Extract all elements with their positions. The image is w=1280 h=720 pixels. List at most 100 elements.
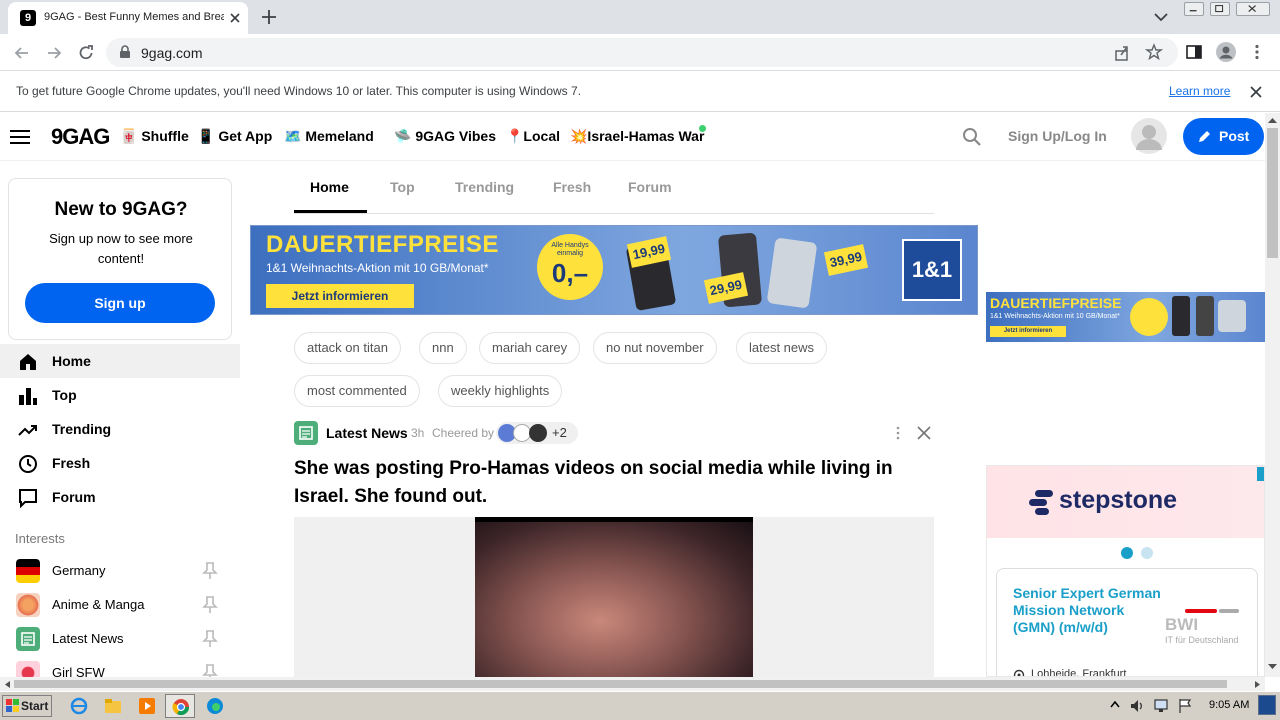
file-explorer-icon[interactable] [104, 697, 122, 715]
new-tab-icon[interactable] [260, 8, 278, 26]
tag-chip[interactable]: attack on titan [294, 332, 401, 364]
tag-chip[interactable]: most commented [294, 375, 420, 407]
more-options-icon[interactable] [890, 425, 906, 441]
tag-chip[interactable]: weekly highlights [438, 375, 563, 407]
volume-icon[interactable] [1129, 698, 1145, 714]
maximize-button[interactable] [1210, 2, 1230, 16]
pin-icon[interactable] [202, 562, 218, 580]
network-icon[interactable] [1153, 698, 1169, 714]
horizontal-scroll-thumb[interactable] [14, 680, 1227, 688]
phone-image [766, 237, 818, 309]
side-ad-button[interactable]: Jetzt informieren [990, 326, 1066, 337]
nav-memeland[interactable]: 🗺️ Memeland [284, 128, 374, 145]
tab-home[interactable]: Home [310, 179, 349, 195]
minimize-button[interactable] [1184, 2, 1204, 16]
tab-title: 9GAG - Best Funny Memes and Breaking New… [44, 11, 224, 23]
interest-girl-sfw[interactable]: Girl SFW [0, 656, 240, 677]
post-video[interactable] [475, 517, 753, 677]
side-ad-banner[interactable]: DAUERTIEFPREISE 1&1 Weihnachts-Aktion mi… [986, 292, 1265, 342]
back-icon[interactable] [12, 43, 32, 63]
job-card[interactable]: Senior Expert German Mission Network (GM… [996, 568, 1258, 676]
avatar[interactable] [1131, 118, 1167, 154]
hide-post-icon[interactable] [916, 425, 932, 441]
forward-icon[interactable] [44, 43, 64, 63]
show-desktop-button[interactable] [1258, 695, 1276, 715]
close-tab-icon[interactable] [227, 10, 243, 26]
pin-icon[interactable] [202, 596, 218, 614]
stepstone-ad[interactable]: stepstone Senior Expert German Mission N… [986, 465, 1265, 677]
phone-image [1218, 300, 1246, 332]
edge-icon[interactable] [206, 697, 224, 715]
infobar-close-icon[interactable] [1248, 84, 1264, 100]
reload-icon[interactable] [76, 43, 96, 63]
sidebar-item-home[interactable]: Home [0, 344, 240, 378]
address-bar[interactable] [106, 38, 1178, 67]
signup-button[interactable]: Sign up [25, 283, 215, 323]
start-button[interactable]: Start [2, 695, 52, 717]
sidebar-item-trending[interactable]: Trending [0, 412, 240, 446]
nav-get-app[interactable]: 📱 Get App [197, 128, 272, 145]
sidebar-item-forum[interactable]: Forum [0, 480, 240, 514]
interest-germany[interactable]: Germany [0, 554, 240, 588]
bookmark-star-icon[interactable] [1145, 43, 1163, 61]
nav-shuffle[interactable]: 🀄 Shuffle [120, 128, 189, 145]
hamburger-menu-icon[interactable] [10, 129, 30, 145]
sidebar-item-top[interactable]: Top [0, 378, 240, 412]
ad-cta-button[interactable]: Jetzt informieren [266, 284, 414, 308]
cheer-avatars[interactable]: +2 [496, 422, 578, 444]
scroll-down-arrow-icon[interactable] [1267, 663, 1278, 671]
tag-chip[interactable]: mariah carey [479, 332, 581, 364]
tab-top[interactable]: Top [390, 179, 415, 195]
adchoices-icon[interactable] [1257, 467, 1264, 481]
site-logo[interactable]: 9GAG [51, 124, 110, 150]
taskbar-chrome-button[interactable] [165, 694, 195, 718]
more-menu-icon[interactable] [1248, 43, 1266, 61]
tag-chip[interactable]: latest news [736, 332, 828, 364]
post-button[interactable]: Post [1183, 118, 1264, 155]
media-player-icon[interactable] [138, 697, 156, 715]
search-icon[interactable] [962, 127, 982, 147]
tag-chip[interactable]: no nut november [593, 332, 717, 364]
interest-anime-manga[interactable]: Anime & Manga [0, 588, 240, 622]
job-title[interactable]: Senior Expert German Mission Network (GM… [1013, 585, 1163, 636]
post-title[interactable]: She was posting Pro-Hamas videos on soci… [294, 455, 934, 511]
profile-icon[interactable] [1215, 41, 1237, 63]
vertical-scroll-thumb[interactable] [1267, 128, 1278, 258]
stepstone-logo-icon [1029, 490, 1053, 515]
scroll-left-arrow-icon[interactable] [3, 680, 11, 689]
ad-badge-price: 0,– [551, 258, 589, 288]
url-text[interactable]: 9gag.com [141, 45, 202, 61]
internet-explorer-icon[interactable] [70, 697, 88, 715]
close-window-button[interactable] [1236, 2, 1270, 16]
tag-chip[interactable]: nnn [419, 332, 467, 364]
post-category[interactable]: Latest News [326, 425, 408, 441]
side-panel-icon[interactable] [1185, 43, 1203, 61]
lock-icon[interactable] [118, 45, 132, 59]
tab-trending[interactable]: Trending [455, 179, 514, 195]
share-icon[interactable] [1113, 44, 1131, 62]
tab-search-icon[interactable] [1152, 9, 1170, 25]
nav-local[interactable]: 📍Local [506, 128, 560, 145]
signup-login-link[interactable]: Sign Up/Log In [1008, 128, 1107, 144]
scroll-up-arrow-icon[interactable] [1267, 116, 1278, 124]
tab-fresh[interactable]: Fresh [553, 179, 591, 195]
tray-expand-icon[interactable] [1110, 700, 1120, 710]
browser-tab[interactable]: 9 9GAG - Best Funny Memes and Breaking N… [8, 2, 248, 34]
carousel-dot[interactable] [1141, 547, 1153, 559]
tab-forum[interactable]: Forum [628, 179, 672, 195]
action-center-flag-icon[interactable] [1177, 698, 1193, 714]
ad-headline: DAUERTIEFPREISE [266, 231, 499, 258]
nav-9gag-vibes[interactable]: 🛸 9GAG Vibes [394, 128, 496, 145]
scroll-right-arrow-icon[interactable] [1254, 680, 1262, 689]
sidebar-item-fresh[interactable]: Fresh [0, 446, 240, 480]
side-ad-subtext: 1&1 Weihnachts-Aktion mit 10 GB/Monat* [990, 313, 1120, 320]
favicon-icon: 9 [20, 10, 36, 26]
nav-israel-hamas-war[interactable]: 💥Israel-Hamas War [570, 128, 704, 145]
news-category-icon[interactable] [294, 421, 318, 445]
pin-icon[interactable] [202, 630, 218, 648]
learn-more-link[interactable]: Learn more [1169, 84, 1230, 98]
ad-banner[interactable]: DAUERTIEFPREISE 1&1 Weihnachts-Aktion mi… [250, 225, 978, 315]
carousel-dot-active[interactable] [1121, 547, 1133, 559]
pin-icon[interactable] [202, 664, 218, 677]
interest-latest-news[interactable]: Latest News [0, 622, 240, 656]
